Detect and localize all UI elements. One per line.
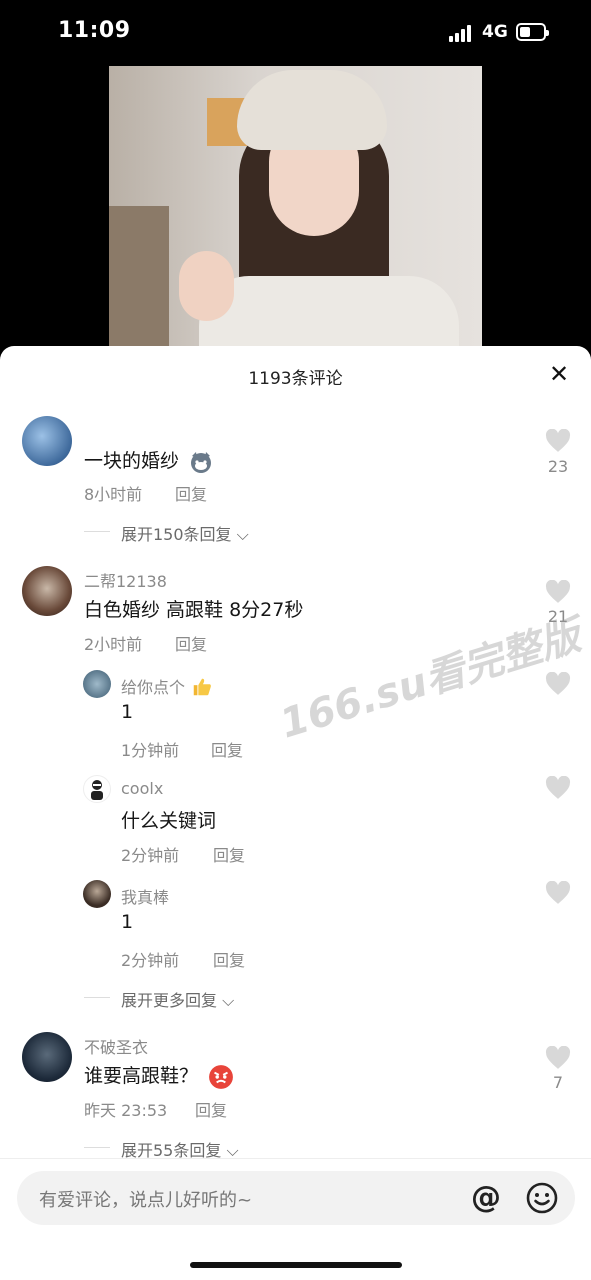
expand-replies-button[interactable]: 展开150条回复 ⌵ [121,521,249,545]
reply-button[interactable]: 回复 [195,1097,227,1121]
like-heart-icon[interactable] [545,881,571,905]
like-heart-icon[interactable] [545,672,571,696]
like-heart-icon[interactable] [545,776,571,800]
reply-text: 1 [121,701,134,723]
signal-icon [449,24,475,42]
chevron-down-icon: ⌵ [236,525,249,544]
divider [84,1147,110,1148]
like-heart-icon[interactable] [545,1046,571,1070]
avatar[interactable] [83,775,111,803]
comment-username[interactable]: 二帮12138 [84,568,167,592]
reply-button[interactable]: 回复 [213,947,245,971]
comment-text: 白色婚纱 高跟鞋 8分27秒 [84,599,304,621]
reply-time: 2分钟前 [121,846,180,865]
reply-text: 什么关键词 [121,810,217,832]
reply-time: 1分钟前 [121,741,180,760]
like-count: 7 [552,1073,564,1092]
comment-text: 一块的婚纱 [84,446,213,474]
comment-time: 8小时前 [84,485,143,504]
home-indicator[interactable] [190,1262,402,1268]
network-type: 4G [482,22,508,42]
video-player[interactable] [109,66,482,356]
reply-username[interactable]: coolx [121,779,163,798]
emoji-smile-icon[interactable] [525,1181,559,1215]
comment-username[interactable]: 不破圣衣 [84,1034,148,1058]
battery-icon [516,23,549,41]
comment-input[interactable]: 有爱评论，说点儿好听的~ [39,1186,252,1212]
like-heart-icon[interactable] [545,429,571,453]
reply-button[interactable]: 回复 [211,737,243,761]
expand-more-replies-button[interactable]: 展开更多回复 ⌵ [121,987,234,1011]
avatar[interactable] [22,1032,72,1082]
comment-text: 谁要高跟鞋？ [84,1061,234,1090]
avatar[interactable] [83,880,111,908]
at-mention-icon[interactable]: @ [469,1181,503,1215]
status-time: 11:09 [58,18,131,43]
chevron-down-icon: ⌵ [222,991,235,1010]
avatar[interactable] [22,566,72,616]
thumbs-up-emoji-icon [193,678,211,696]
comment-time: 2小时前 [84,635,143,654]
angry-face-emoji-icon [209,1064,233,1089]
reply-username[interactable]: 给你点个 [121,674,213,698]
status-bar: 11:09 4G [0,0,591,66]
like-heart-icon[interactable] [545,580,571,604]
comment-input-bar[interactable]: 有爱评论，说点儿好听的~ @ [17,1171,575,1225]
reply-username[interactable]: 我真棒 [121,884,169,908]
divider [0,1158,591,1159]
divider [84,531,110,532]
reply-text: 1 [121,911,134,933]
reply-time: 2分钟前 [121,951,180,970]
divider [84,997,110,998]
reply-button[interactable]: 回复 [213,842,245,866]
close-icon[interactable]: ✕ [545,360,573,388]
cat-emoji-icon [191,451,212,473]
avatar[interactable] [83,670,111,698]
comment-count-title: 1193条评论 [248,369,343,389]
avatar[interactable] [22,416,72,466]
comment-time: 昨天 23:53 [84,1101,168,1120]
reply-button[interactable]: 回复 [175,631,207,655]
reply-button[interactable]: 回复 [175,481,207,505]
like-count: 23 [547,457,569,476]
